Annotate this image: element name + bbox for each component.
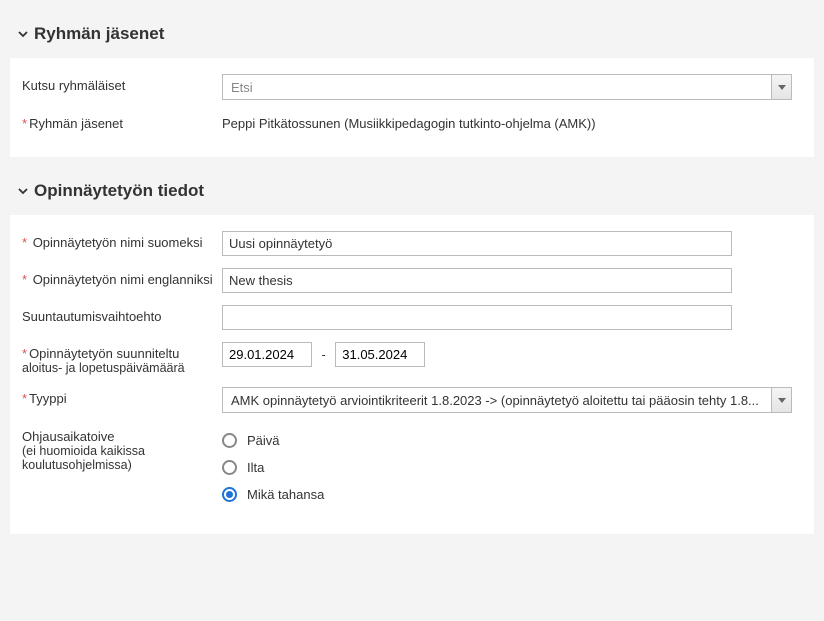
required-marker: * (22, 272, 27, 287)
invite-dropdown-button[interactable] (771, 75, 791, 99)
required-marker: * (22, 235, 27, 250)
invite-placeholder: Etsi (223, 76, 771, 99)
invite-label: Kutsu ryhmäläiset (22, 74, 222, 93)
radio-day[interactable]: Päivä (222, 427, 792, 454)
guidance-radio-group: Päivä Ilta Mikä tahansa (222, 425, 792, 508)
radio-label: Päivä (247, 433, 280, 448)
required-marker: * (22, 346, 27, 361)
radio-label: Ilta (247, 460, 264, 475)
row-guidance-time: Ohjausaikatoive (ei huomioida kaikissa k… (10, 419, 814, 514)
radio-any[interactable]: Mikä tahansa (222, 481, 792, 508)
chevron-down-icon (16, 184, 30, 198)
name-fi-input[interactable] (222, 231, 732, 256)
panel-title: Opinnäytetyön tiedot (34, 181, 204, 201)
radio-label: Mikä tahansa (247, 487, 324, 502)
row-invite: Kutsu ryhmäläiset Etsi (10, 68, 814, 106)
name-fi-label: * Opinnäytetyön nimi suomeksi (22, 231, 222, 250)
members-label: *Ryhmän jäsenet (22, 112, 222, 131)
panel-title: Ryhmän jäsenet (34, 24, 164, 44)
name-en-label: * Opinnäytetyön nimi englanniksi (22, 268, 222, 287)
row-dates: *Opinnäytetyön suunniteltu aloitus- ja l… (10, 336, 814, 381)
radio-icon (222, 460, 237, 475)
guidance-label: Ohjausaikatoive (ei huomioida kaikissa k… (22, 425, 222, 472)
type-select[interactable]: AMK opinnäytetyö arviointikriteerit 1.8.… (222, 387, 792, 413)
panel-header-group-members[interactable]: Ryhmän jäsenet (10, 12, 814, 58)
row-name-en: * Opinnäytetyön nimi englanniksi (10, 262, 814, 299)
panel-group-members: Ryhmän jäsenet Kutsu ryhmäläiset Etsi *R… (10, 12, 814, 157)
type-selected-value: AMK opinnäytetyö arviointikriteerit 1.8.… (223, 389, 771, 412)
radio-evening[interactable]: Ilta (222, 454, 792, 481)
row-name-fi: * Opinnäytetyön nimi suomeksi (10, 225, 814, 262)
caret-down-icon (778, 398, 786, 403)
row-orientation: Suuntautumisvaihtoehto (10, 299, 814, 336)
date-start-input[interactable] (222, 342, 312, 367)
orientation-label: Suuntautumisvaihtoehto (22, 305, 222, 324)
radio-icon (222, 433, 237, 448)
orientation-input[interactable] (222, 305, 732, 330)
caret-down-icon (778, 85, 786, 90)
name-en-input[interactable] (222, 268, 732, 293)
type-label: *Tyyppi (22, 387, 222, 406)
radio-icon-selected (222, 487, 237, 502)
required-marker: * (22, 116, 27, 131)
panel-header-thesis-info[interactable]: Opinnäytetyön tiedot (10, 169, 814, 215)
chevron-down-icon (16, 27, 30, 41)
row-type: *Tyyppi AMK opinnäytetyö arviointikritee… (10, 381, 814, 419)
row-members: *Ryhmän jäsenet Peppi Pitkätossunen (Mus… (10, 106, 814, 137)
date-end-input[interactable] (335, 342, 425, 367)
invite-combobox[interactable]: Etsi (222, 74, 792, 100)
required-marker: * (22, 391, 27, 406)
dates-label: *Opinnäytetyön suunniteltu aloitus- ja l… (22, 342, 222, 375)
members-value: Peppi Pitkätossunen (Musiikkipedagogin t… (222, 112, 792, 131)
type-dropdown-button[interactable] (771, 388, 791, 412)
date-separator: - (316, 347, 332, 362)
panel-thesis-info: Opinnäytetyön tiedot * Opinnäytetyön nim… (10, 169, 814, 534)
